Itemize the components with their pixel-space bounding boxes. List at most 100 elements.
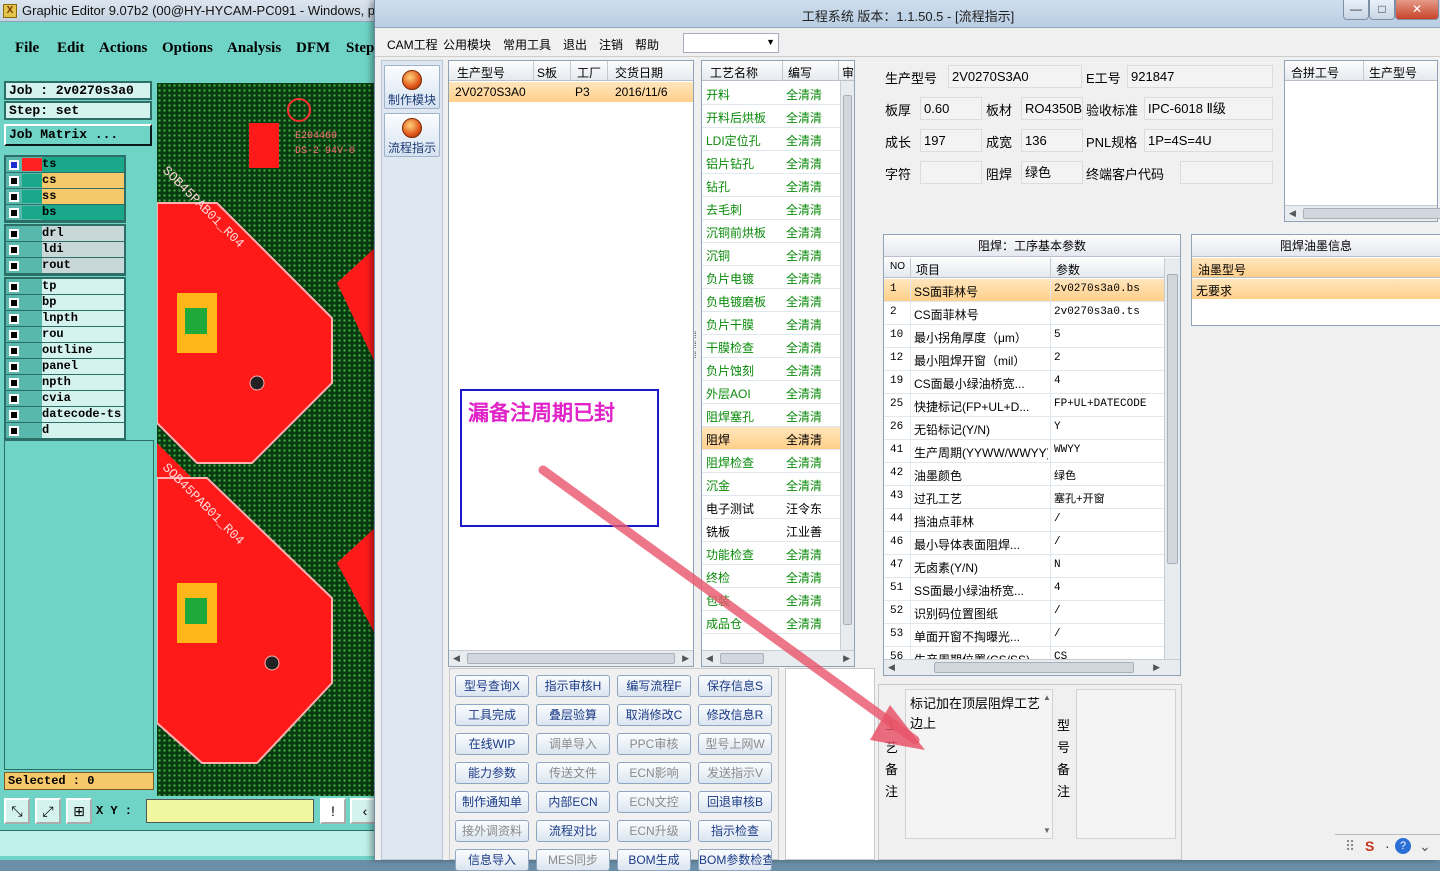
minimize-button[interactable]: — (1343, 0, 1369, 20)
table-row[interactable]: LDI定位孔全清清全 (702, 128, 854, 151)
alert-icon[interactable]: ! (320, 798, 346, 824)
layer-row-d[interactable]: d (6, 423, 124, 439)
field-e[interactable]: 921847 (1127, 65, 1273, 88)
action-button[interactable]: ECN升级 (617, 820, 691, 842)
menu-cam[interactable]: CAM工程 (387, 36, 438, 53)
maximize-button[interactable]: □ (1369, 0, 1395, 20)
remark-scroll[interactable]: ▲ ▼ (1043, 689, 1053, 839)
table-row[interactable]: 44 挡油点菲林 / (884, 509, 1164, 532)
menu-common-module[interactable]: 公用模块 (443, 36, 491, 53)
layer-checkbox[interactable] (9, 378, 19, 388)
chevron-down-icon[interactable]: ⌄ (1419, 838, 1431, 855)
menu-exit[interactable]: 退出 (563, 36, 587, 53)
table-row[interactable]: 成品仓全清清全 (702, 611, 854, 634)
scroll-left-icon[interactable]: ◀ (888, 662, 895, 673)
layer-checkbox[interactable] (9, 362, 19, 372)
table-row[interactable]: 铝片钻孔全清清全 (702, 151, 854, 174)
field-wid[interactable]: 136 (1021, 129, 1083, 152)
table-row[interactable]: 51 SS面最小绿油桥宽... 4 (884, 578, 1164, 601)
table-row[interactable]: 负片电镀全清清全 (702, 266, 854, 289)
window-select-combo[interactable]: ▼ (683, 33, 779, 53)
layer-checkbox[interactable] (9, 282, 19, 292)
action-button[interactable]: 工具完成 (455, 704, 529, 726)
scroll-left-icon[interactable]: ◀ (706, 653, 713, 664)
ink-value-row[interactable]: 无要求 (1192, 279, 1440, 299)
action-button[interactable]: 传送文件 (536, 762, 610, 784)
table-row[interactable]: 阻焊全清清全 (702, 427, 854, 450)
layer-row-outline[interactable]: outline (6, 343, 124, 359)
layer-row-drl[interactable]: drl (6, 226, 124, 242)
layer-checkbox[interactable] (9, 346, 19, 356)
action-button[interactable]: 在线WIP (455, 733, 529, 755)
menu-options[interactable]: Options (162, 40, 213, 57)
action-button[interactable]: BOM生成 (617, 849, 691, 871)
menu-edit[interactable]: Edit (57, 40, 85, 57)
layer-row-cvia[interactable]: cvia (6, 391, 124, 407)
field-pnl[interactable]: 1P=4S=4U (1144, 129, 1273, 152)
table-row[interactable]: 25 快捷标记(FP+UL+D... FP+UL+DATECODE (884, 394, 1164, 417)
process-list-vscroll[interactable] (840, 81, 854, 650)
craft-remark-text[interactable]: 标记加在顶层阻焊工艺边上 (905, 689, 1053, 839)
action-button[interactable]: 编写流程F (617, 675, 691, 697)
solder-vscroll[interactable] (1164, 258, 1180, 659)
table-row[interactable]: 包装全清清全 (702, 588, 854, 611)
grid-tool-icon[interactable]: ⊞ (66, 798, 92, 824)
solder-param-grid[interactable]: 阻焊：工序基本参数 NO 项目 参数 1 SS面菲林号 2v0270s3a0.bs 2… (883, 234, 1181, 676)
layer-row-rou[interactable]: rou (6, 327, 124, 343)
layer-row-bs[interactable]: bs (6, 205, 124, 221)
scroll-left-icon[interactable]: ◀ (1289, 208, 1296, 219)
table-row[interactable]: 钻孔全清清全 (702, 174, 854, 197)
field-model[interactable]: 2V0270S3A0 (948, 65, 1082, 88)
action-button[interactable]: 信息导入 (455, 849, 529, 871)
field-thick[interactable]: 0.60 (920, 97, 982, 120)
action-button[interactable]: 指示检查 (698, 820, 772, 842)
table-row[interactable]: 19 CS面最小绿油桥宽... 4 (884, 371, 1164, 394)
table-row[interactable]: 42 油墨颜色 绿色 (884, 463, 1164, 486)
table-row[interactable]: 阻焊塞孔全清清全 (702, 404, 854, 427)
table-row[interactable]: 2 CS面菲林号 2v0270s3a0.ts (884, 302, 1164, 325)
layer-row-datecode-ts[interactable]: datecode-ts (6, 407, 124, 423)
layer-row-ss[interactable]: ss (6, 189, 124, 205)
layer-checkbox[interactable] (9, 176, 19, 186)
layer-row-ts[interactable]: ts (6, 157, 124, 173)
action-button[interactable]: 流程对比 (536, 820, 610, 842)
menu-tools[interactable]: 常用工具 (503, 36, 551, 53)
table-row[interactable]: 1 SS面菲林号 2v0270s3a0.bs (884, 279, 1164, 302)
action-button[interactable]: 内部ECN (536, 791, 610, 813)
layer-checkbox[interactable] (9, 394, 19, 404)
side-button-process-guide[interactable]: 流程指示 (384, 113, 440, 157)
layer-row-tp[interactable]: tp (6, 279, 124, 295)
table-row[interactable]: 12 最小阻焊开窗（mil） 2 (884, 348, 1164, 371)
action-button[interactable]: ECN文控 (617, 791, 691, 813)
field-mat[interactable]: RO4350B (1021, 97, 1083, 120)
table-row[interactable]: 46 最小导体表面阻焊... / (884, 532, 1164, 555)
action-button[interactable]: 能力参数 (455, 762, 529, 784)
table-row[interactable]: 2V0270S3A0 P3 2016/11/6 (449, 82, 693, 102)
action-button[interactable]: 保存信息S (698, 675, 772, 697)
layer-row-npth[interactable]: npth (6, 375, 124, 391)
scroll-right-icon[interactable]: ▶ (843, 653, 850, 664)
scroll-right-icon[interactable]: ▶ (682, 653, 689, 664)
scroll-thumb[interactable] (1167, 274, 1178, 564)
table-row[interactable]: 52 识别码位置图纸 / (884, 601, 1164, 624)
table-row[interactable]: 开料全清清全 (702, 82, 854, 105)
action-button[interactable]: 制作通知单 (455, 791, 529, 813)
menu-logout[interactable]: 注销 (599, 36, 623, 53)
layer-row-panel[interactable]: panel (6, 359, 124, 375)
zoom-tool-icon[interactable]: ⤡ (4, 798, 30, 824)
table-row[interactable]: 负片蚀刻全清清全 (702, 358, 854, 381)
scroll-thumb[interactable] (843, 95, 852, 625)
table-row[interactable]: 铣板 江业善 (702, 519, 840, 542)
action-button[interactable]: PPC审核 (617, 733, 691, 755)
close-button[interactable]: ✕ (1395, 0, 1439, 20)
ink-grid[interactable]: 阻焊油墨信息 油墨型号 无要求 (1191, 234, 1440, 326)
table-row[interactable]: 功能检查全清清全 (702, 542, 854, 565)
splitter-grip[interactable]: ⁞ ⁞ ⁞ (694, 330, 700, 380)
scroll-thumb[interactable] (1303, 208, 1440, 219)
table-row[interactable]: 43 过孔工艺 塞孔+开窗 (884, 486, 1164, 509)
action-button[interactable]: ECN影响 (617, 762, 691, 784)
job-matrix-button[interactable]: Job Matrix ... (4, 124, 152, 146)
action-button[interactable]: 取消修改C (617, 704, 691, 726)
action-button[interactable]: 发送指示V (698, 762, 772, 784)
field-mask[interactable]: 绿色 (1021, 161, 1083, 184)
